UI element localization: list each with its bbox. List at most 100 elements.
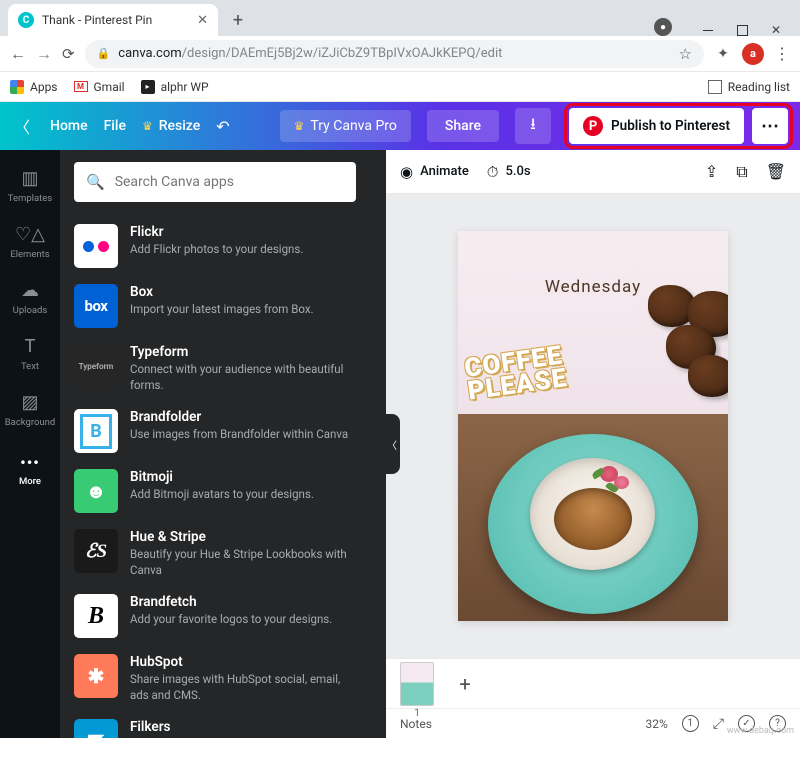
gmail-bookmark[interactable]: Gmail: [74, 80, 125, 94]
back-icon[interactable]: ←: [10, 44, 26, 64]
forward-icon[interactable]: →: [36, 44, 52, 64]
app-flickr[interactable]: FlickrAdd Flickr photos to your designs.: [74, 216, 356, 276]
crown-icon: ♛: [142, 119, 153, 133]
side-rail: ▥Templates ♡△Elements ☁Uploads TText ▨Ba…: [0, 150, 60, 738]
text-icon: T: [25, 336, 36, 357]
uploads-icon: ☁: [21, 280, 39, 301]
notes-button[interactable]: Notes: [400, 717, 432, 731]
share-page-icon[interactable]: ⇪: [705, 162, 718, 181]
delete-page-icon[interactable]: 🗑: [766, 162, 786, 181]
app-brandfolder[interactable]: B BrandfolderUse images from Brandfolder…: [74, 401, 356, 461]
reload-icon[interactable]: ⟳: [62, 45, 75, 63]
home-button[interactable]: Home: [50, 118, 88, 134]
apps-bookmark[interactable]: Apps: [10, 80, 58, 94]
pinterest-icon: P: [583, 116, 603, 136]
rail-text[interactable]: TText: [0, 326, 60, 382]
page-thumbnail-1[interactable]: 1: [400, 662, 434, 706]
close-tab-icon[interactable]: ✕: [197, 13, 208, 28]
background-icon: ▨: [21, 392, 38, 413]
more-icon: •••: [20, 453, 40, 472]
share-button[interactable]: Share: [427, 110, 499, 142]
file-menu[interactable]: File: [104, 118, 126, 134]
gmail-icon: [74, 81, 88, 92]
filkers-icon: ◤: [74, 719, 118, 738]
browser-tab[interactable]: C Thank - Pinterest Pin ✕: [8, 4, 218, 36]
chocolates-image[interactable]: [588, 285, 728, 405]
publish-to-pinterest-button[interactable]: P Publish to Pinterest: [569, 108, 744, 144]
design-top-section: Wednesday COFFEE PLEASE: [458, 231, 728, 414]
design-bottom-section: [458, 414, 728, 621]
headline-text[interactable]: COFFEE PLEASE: [463, 344, 569, 404]
duration-button[interactable]: ⏱5.0s: [487, 163, 531, 181]
collapse-panel-button[interactable]: 〈: [384, 414, 400, 474]
canvas-area: ◉Animate ⏱5.0s ⇪ ⧉ 🗑 Wednesday COFFEE PL…: [386, 150, 800, 738]
rail-elements[interactable]: ♡△Elements: [0, 214, 60, 270]
bitmoji-icon: ☻: [74, 469, 118, 513]
templates-icon: ▥: [21, 168, 38, 189]
timer-icon: ⏱: [487, 163, 499, 181]
add-page-button[interactable]: +: [448, 665, 482, 703]
app-hue-stripe[interactable]: ℰS Hue & StripeBeautify your Hue & Strip…: [74, 521, 356, 586]
app-typeform[interactable]: Typeform TypeformConnect with your audie…: [74, 336, 356, 401]
alphr-icon: ▸: [141, 80, 155, 94]
more-options-button[interactable]: ⋯: [752, 108, 788, 144]
media-indicator-icon[interactable]: ●: [654, 18, 672, 36]
lock-icon: 🔒: [97, 47, 111, 60]
window-controls: [684, 24, 800, 36]
download-icon: ⭳: [530, 113, 536, 140]
app-filkers[interactable]: ◤ FilkersImport your eCommerce platform …: [74, 711, 356, 738]
back-button-icon[interactable]: 〈: [10, 114, 34, 138]
rail-templates[interactable]: ▥Templates: [0, 158, 60, 214]
zoom-level[interactable]: 32%: [646, 717, 668, 731]
hubspot-icon: ✱: [74, 654, 118, 698]
app-brandfetch[interactable]: B BrandfetchAdd your favorite logos to y…: [74, 586, 356, 646]
rail-uploads[interactable]: ☁Uploads: [0, 270, 60, 326]
try-canva-pro-button[interactable]: ♛Try Canva Pro: [280, 110, 411, 142]
close-window-icon[interactable]: [770, 24, 782, 36]
address-bar: ← → ⟳ 🔒 canva.com/design/DAEmEj5Bj2w/iZJ…: [0, 36, 800, 72]
bookmark-star-icon[interactable]: ☆: [679, 45, 692, 63]
download-button[interactable]: ⭳: [515, 108, 551, 144]
browser-tab-strip: C Thank - Pinterest Pin ✕ + ●: [0, 0, 800, 36]
url-host: canva.com: [118, 46, 181, 61]
extensions-icon[interactable]: ✦: [714, 46, 732, 62]
rail-background[interactable]: ▨Background: [0, 382, 60, 438]
typeform-icon: Typeform: [74, 344, 118, 388]
alphr-bookmark[interactable]: ▸alphr WP: [141, 80, 209, 94]
search-icon: 🔍: [86, 173, 105, 191]
highlight-annotation: P Publish to Pinterest ⋯: [567, 106, 790, 146]
animate-button[interactable]: ◉Animate: [400, 163, 469, 181]
app-bitmoji[interactable]: ☻ BitmojiAdd Bitmoji avatars to your des…: [74, 461, 356, 521]
duplicate-page-icon[interactable]: ⧉: [736, 162, 747, 182]
watermark: www.debaq.com: [727, 726, 794, 736]
panel-collapse-area: 〈: [370, 150, 386, 738]
app-box[interactable]: box BoxImport your latest images from Bo…: [74, 276, 356, 336]
resize-button[interactable]: ♛Resize: [142, 118, 200, 134]
brandfetch-icon: B: [74, 594, 118, 638]
tab-title: Thank - Pinterest Pin: [42, 13, 152, 27]
url-field[interactable]: 🔒 canva.com/design/DAEmEj5Bj2w/iZJiCbZ9T…: [85, 40, 704, 68]
search-apps-field[interactable]: 🔍: [74, 162, 356, 202]
canva-favicon: C: [18, 12, 34, 28]
grid-view-icon[interactable]: 1: [682, 715, 699, 732]
reading-list-button[interactable]: Reading list: [708, 80, 790, 94]
browser-menu-icon[interactable]: ⋮: [774, 44, 790, 63]
maximize-icon[interactable]: [736, 24, 748, 36]
design-page[interactable]: Wednesday COFFEE PLEASE: [458, 231, 728, 621]
profile-avatar[interactable]: a: [742, 43, 764, 65]
undo-icon[interactable]: ↶: [216, 117, 229, 136]
minimize-icon[interactable]: [702, 24, 714, 36]
app-hubspot[interactable]: ✱ HubSpotShare images with HubSpot socia…: [74, 646, 356, 711]
rail-more[interactable]: •••More: [0, 442, 60, 498]
apps-icon: [10, 80, 24, 94]
new-tab-button[interactable]: +: [224, 6, 252, 34]
page-thumbnails: 1 +: [386, 659, 800, 708]
url-path: /design/DAEmEj5Bj2w/iZJiCbZ9TBpIVxOAJkKE…: [182, 46, 503, 61]
canvas-viewport[interactable]: Wednesday COFFEE PLEASE: [386, 194, 800, 658]
fullscreen-icon[interactable]: ⤢: [713, 716, 724, 732]
elements-icon: ♡△: [15, 224, 45, 245]
search-input[interactable]: [115, 174, 344, 190]
hue-stripe-icon: ℰS: [74, 529, 118, 573]
coffee-cup-image[interactable]: [488, 434, 698, 614]
canvas-controls: ◉Animate ⏱5.0s ⇪ ⧉ 🗑: [386, 150, 800, 194]
